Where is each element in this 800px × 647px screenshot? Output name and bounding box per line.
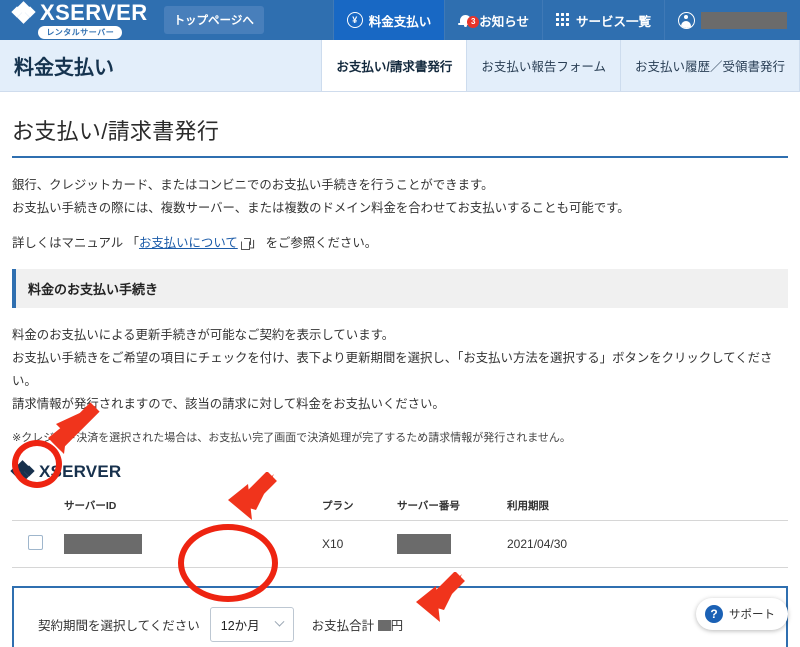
brand-area: XSERVER レンタルサーバー トップページへ (0, 0, 264, 40)
credit-note: ※クレジット決済を選択された場合は、お支払い完了画面で決済処理が完了するため請求… (12, 431, 571, 444)
th-server-id: サーバーID (64, 493, 322, 521)
table-header-row: サーバーID プラン サーバー番号 利用期限 (12, 493, 788, 521)
main-content: お支払い/請求書発行 銀行、クレジットカード、またはコンビニでのお支払い手続きを… (0, 92, 800, 647)
support-widget[interactable]: ? サポート (696, 598, 788, 630)
nav-item-payment-label: 料金支払い (368, 14, 432, 29)
content-heading: お支払い/請求書発行 (12, 119, 220, 144)
row-server-number (397, 520, 507, 568)
server-number-redacted (397, 533, 451, 554)
global-nav: ¥ 料金支払い 3 お知らせ サービス一覧 (332, 0, 800, 40)
support-widget-label: サポート (729, 609, 775, 621)
th-checkbox (12, 493, 64, 521)
contract-table: サーバーID プラン サーバー番号 利用期限 X10 2021/04/30 (12, 493, 788, 568)
question-mark-icon: ? (705, 605, 723, 623)
top-page-button[interactable]: トップページへ (163, 6, 264, 34)
th-plan: プラン (322, 493, 397, 521)
page-title: 料金支払い (14, 57, 114, 79)
xserver-diamond-icon-dark (10, 460, 35, 483)
page-titlebar: 料金支払い お支払い/請求書発行 お支払い報告フォーム お支払い履歴／受領書発行 (0, 40, 800, 92)
intro-line-2: お支払い手続きの際には、複数サーバー、または複数のドメイン料金を合わせてお支払い… (12, 200, 630, 215)
desc-line-3: 請求情報が発行されますので、該当の請求に対して料金をお支払いください。 (12, 396, 445, 411)
contract-term-select[interactable]: 12か月 (209, 606, 294, 642)
nav-item-notices[interactable]: 3 お知らせ (444, 0, 542, 40)
section-heading: 料金のお支払い手続き (12, 268, 788, 308)
xserver-logo[interactable]: XSERVER レンタルサーバー (11, 0, 148, 39)
row-server-id (64, 520, 322, 568)
global-header: XSERVER レンタルサーバー トップページへ ¥ 料金支払い 3 お知らせ (0, 0, 800, 40)
yen-icon: ¥ (346, 12, 363, 28)
contract-term-box: 契約期間を選択してください 12か月 お支払合計 円 (12, 585, 788, 647)
account-name-redacted (701, 11, 787, 29)
nav-item-services-label: サービス一覧 (575, 14, 651, 29)
nav-item-payment[interactable]: ¥ 料金支払い (332, 0, 445, 40)
payment-total-redacted (377, 619, 391, 631)
table-brand-text: XSERVER (39, 461, 122, 481)
intro-line-1: 銀行、クレジットカード、またはコンビニでのお支払い手続きを行うことができます。 (12, 178, 494, 192)
grid-icon (555, 13, 570, 27)
page-root: XSERVER レンタルサーバー トップページへ ¥ 料金支払い 3 お知らせ (0, 0, 800, 647)
nav-item-notices-label: お知らせ (479, 14, 529, 29)
manual-line: 詳しくはマニュアル 「お支払いについて」 をご参照ください。 (12, 232, 788, 255)
table-row: X10 2021/04/30 (12, 520, 788, 568)
row-plan: X10 (322, 520, 397, 568)
desc-line-2: お支払い手続きをご希望の項目にチェックを付け、表下より更新期間を選択し、「お支払… (12, 350, 773, 388)
chevron-down-icon (274, 616, 285, 627)
payment-total-label: お支払合計 (311, 618, 375, 633)
row-expiry: 2021/04/30 (507, 520, 788, 568)
server-id-redacted (64, 533, 142, 554)
manual-link[interactable]: お支払いについて (139, 236, 238, 250)
xserver-logo-subtitle: レンタルサーバー (38, 25, 123, 39)
notice-badge-count: 3 (467, 16, 480, 28)
payment-total: お支払合計 円 (312, 615, 404, 634)
select-contract-checkbox[interactable] (28, 534, 43, 550)
manual-suffix: 」 をご参照ください。 (249, 235, 378, 250)
nav-item-account[interactable] (664, 0, 800, 40)
xserver-diamond-icon (11, 0, 36, 24)
desc-line-1: 料金のお支払いによる更新手続きが可能なご契約を表示しています。 (12, 327, 395, 342)
row-checkbox-cell (12, 520, 64, 568)
xserver-logo-text: XSERVER (40, 0, 148, 25)
user-icon (678, 11, 695, 29)
page-tabs: お支払い/請求書発行 お支払い報告フォーム お支払い履歴／受領書発行 (321, 40, 800, 91)
tab-payment-history[interactable]: お支払い履歴／受領書発行 (619, 40, 800, 91)
bell-icon: 3 (458, 12, 480, 28)
external-link-icon (240, 237, 251, 250)
payment-total-unit: 円 (390, 618, 404, 633)
manual-prefix: 詳しくはマニュアル 「 (12, 235, 139, 250)
contract-term-label: 契約期間を選択してください (38, 618, 200, 633)
th-expiry: 利用期限 (507, 493, 788, 521)
contract-term-select-value: 12か月 (220, 618, 260, 633)
th-server-number: サーバー番号 (397, 493, 507, 521)
tab-payment-report-form[interactable]: お支払い報告フォーム (466, 40, 620, 91)
table-brand-logo: XSERVER (10, 460, 788, 483)
nav-item-services[interactable]: サービス一覧 (541, 0, 664, 40)
tab-payment-invoice[interactable]: お支払い/請求書発行 (321, 40, 467, 91)
heading-rule (12, 156, 788, 158)
